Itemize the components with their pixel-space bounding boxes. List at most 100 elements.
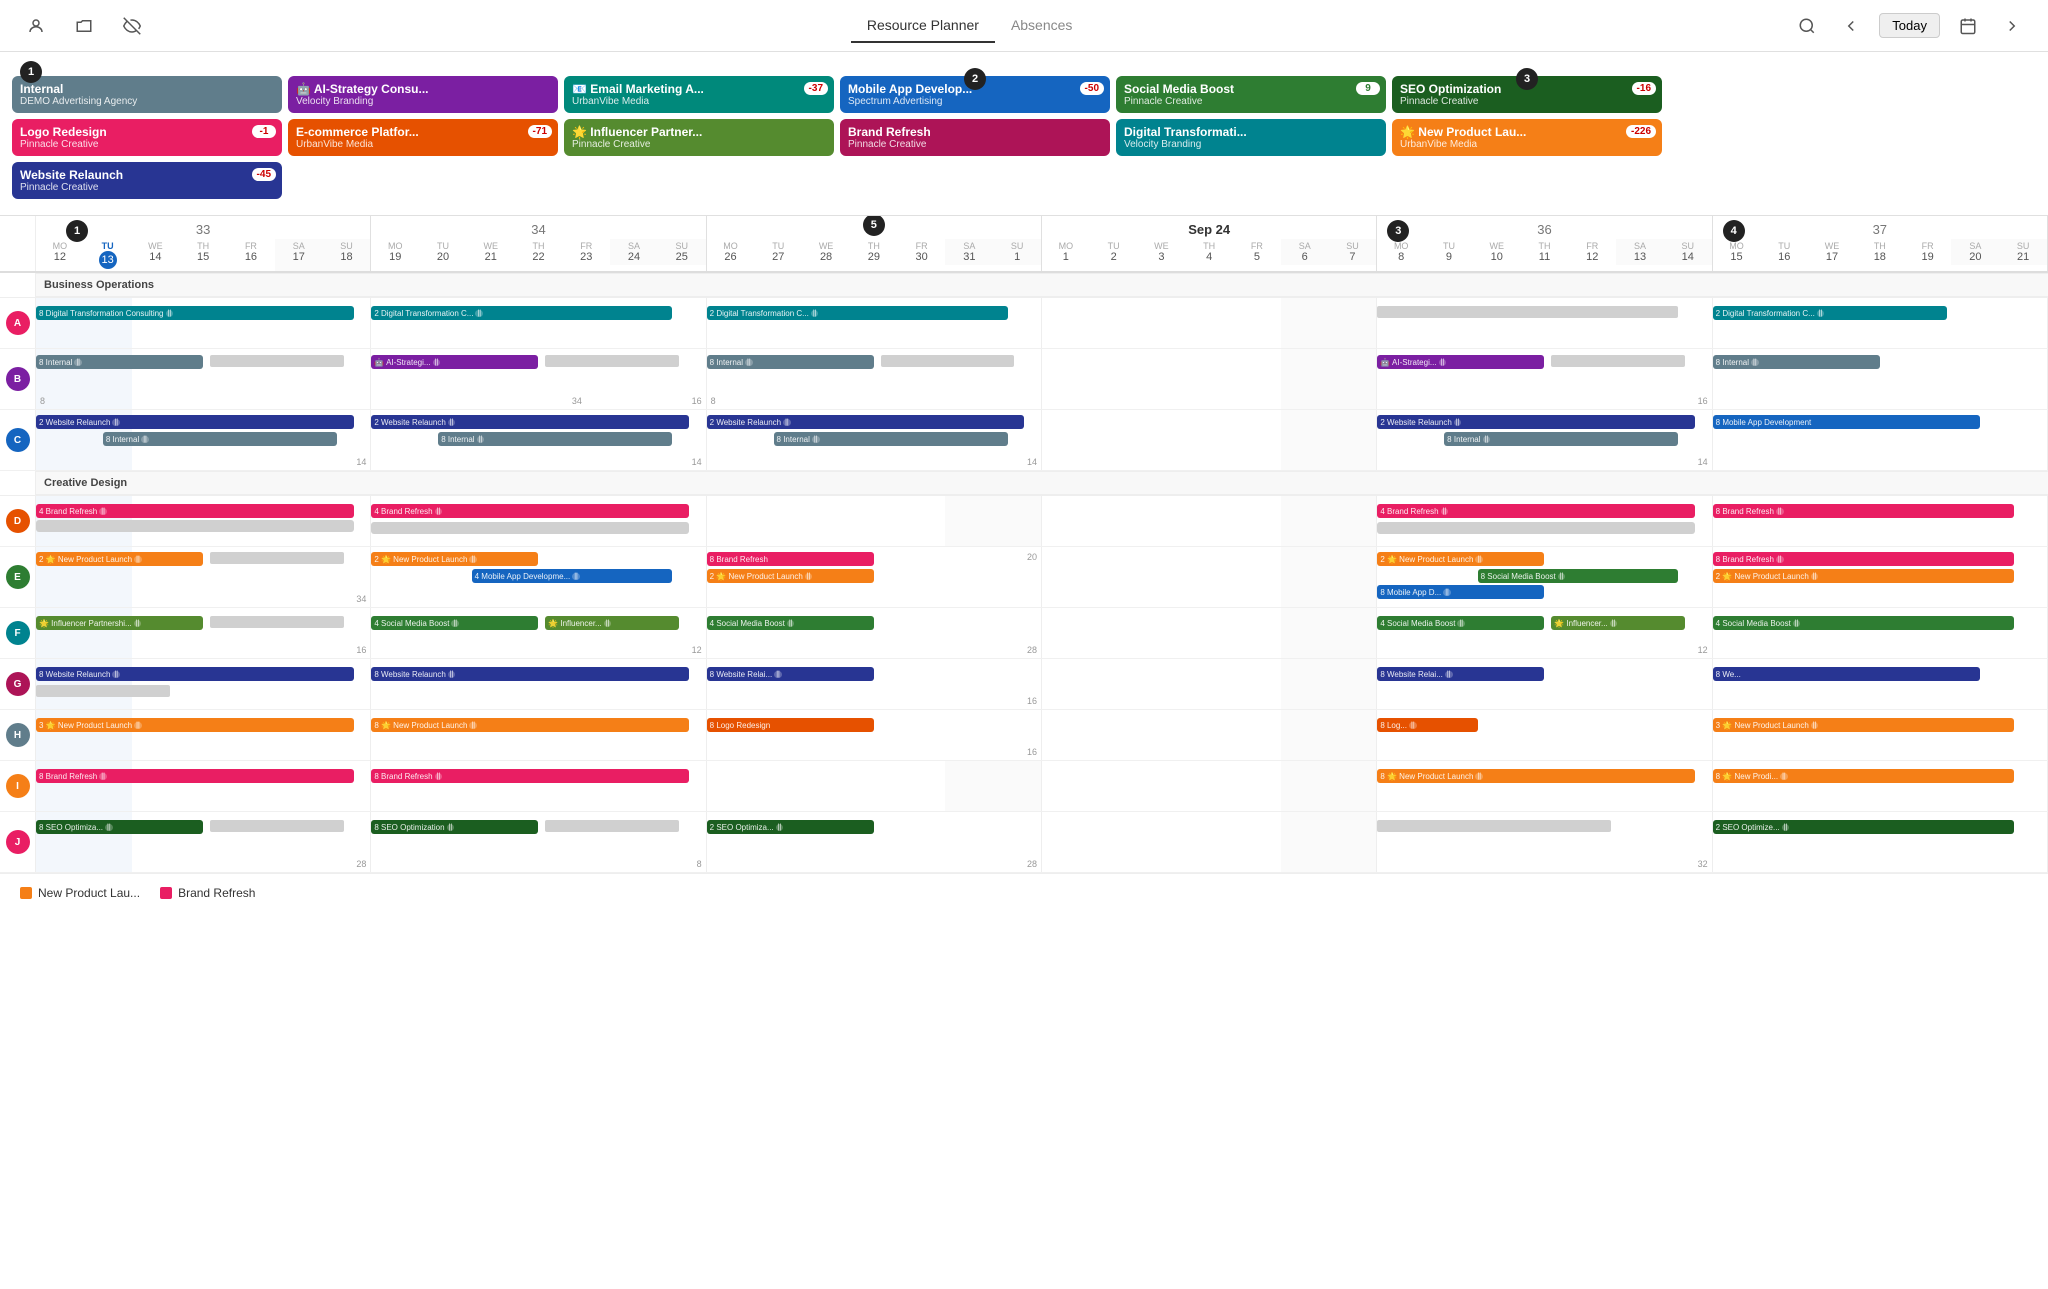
bar-social-media-5[interactable]: 8 Social Media Boost|| [1478, 569, 1679, 583]
bar-social-media-2[interactable]: 4 Social Media Boost|| [371, 616, 538, 630]
person-icon[interactable] [20, 10, 52, 42]
bar-logo-redesign-5[interactable]: 8 Log...|| [1377, 718, 1477, 732]
card-ai-strategy[interactable]: 🤖 AI-Strategy Consu... Velocity Branding [288, 76, 558, 113]
search-icon[interactable] [1791, 10, 1823, 42]
bar-npl-5[interactable]: 2 🌟 New Product Launch|| [1377, 552, 1544, 566]
cards-row-1: Internal DEMO Advertising Agency 🤖 AI-St… [12, 76, 2036, 113]
bar-internal-3[interactable]: 8 Internal|| [707, 355, 874, 369]
avatar-area-cd1: D [0, 496, 36, 546]
folder-icon[interactable] [68, 10, 100, 42]
tab-absences[interactable]: Absences [995, 9, 1088, 43]
bar-brand-refresh-1[interactable]: 4 Brand Refresh|| [36, 504, 354, 518]
bar-npl-37[interactable]: 2 🌟 New Product Launch|| [1713, 569, 2014, 583]
card-website-relaunch[interactable]: Website Relaunch Pinnacle Creative -45 [12, 162, 282, 199]
gray-block-inf1 [210, 616, 344, 628]
calendar-icon[interactable] [1952, 10, 1984, 42]
bar-ai-strategy-2[interactable]: 🤖 AI-Strategi...|| [371, 355, 538, 369]
bar-brand-cd6-1[interactable]: 8 Brand Refresh|| [36, 769, 354, 783]
bar-social-media-6[interactable]: 4 Social Media Boost|| [1713, 616, 2014, 630]
bar-mobile-app-5[interactable]: 8 Mobile App D...|| [1377, 585, 1544, 599]
card-ecommerce[interactable]: E-commerce Platfor... UrbanVibe Media -7… [288, 119, 558, 156]
bar-brand-refresh-35[interactable]: 8 Brand Refresh [707, 552, 874, 566]
bar-website-cd-5[interactable]: 8 Website Relai...|| [1377, 667, 1544, 681]
bar-social-media-5b[interactable]: 4 Social Media Boost|| [1377, 616, 1544, 630]
bar-brand-refresh-5[interactable]: 4 Brand Refresh|| [1377, 504, 1695, 518]
today-button[interactable]: Today [1879, 13, 1940, 38]
bar-internal-3b[interactable]: 8 Internal|| [774, 432, 1008, 446]
bar-npl-2[interactable]: 2 🌟 New Product Launch|| [371, 552, 538, 566]
bar-seo-2[interactable]: 8 SEO Optimization|| [371, 820, 538, 834]
bar-digital-transformation-1[interactable]: 8 Digital Transformation Consulting || [36, 306, 354, 320]
gray-block-npl1 [210, 552, 344, 564]
bar-brand-cd6-2[interactable]: 8 Brand Refresh|| [371, 769, 689, 783]
bar-internal-1[interactable]: 8 Internal|| [36, 355, 203, 369]
card-sub: Velocity Branding [1124, 139, 1378, 150]
bar-internal-1b[interactable]: 8 Internal|| [103, 432, 337, 446]
bar-social-media-3[interactable]: 4 Social Media Boost|| [707, 616, 874, 630]
tab-resource-planner[interactable]: Resource Planner [851, 9, 995, 43]
cd-row-2: E 2 🌟 New Product Launch|| 34 2 🌟 New Pr… [0, 547, 2048, 608]
card-brand-refresh[interactable]: Brand Refresh Pinnacle Creative [840, 119, 1110, 156]
badge-1: 1 [20, 61, 42, 83]
bar-influencer-1[interactable]: 🌟 Influencer Partnershi...|| [36, 616, 203, 630]
bar-logo-redesign-3[interactable]: 8 Logo Redesign [707, 718, 874, 732]
badge-4-cal: 4 [1723, 220, 1745, 242]
bar-website-cd-3[interactable]: 8 Website Relai...|| [707, 667, 874, 681]
card-digital-transformation[interactable]: Digital Transformati... Velocity Brandin… [1116, 119, 1386, 156]
bar-internal-2b[interactable]: 8 Internal|| [438, 432, 672, 446]
cd-row-6: I 8 Brand Refresh|| 8 Brand Refresh|| [0, 761, 2048, 812]
bar-website-relaunch-3[interactable]: 2 Website Relaunch|| [707, 415, 1025, 429]
card-title: Logo Redesign [20, 125, 274, 139]
card-title: Internal [20, 82, 274, 96]
bar-npl-cd5-1[interactable]: 3 🌟 New Product Launch|| [36, 718, 354, 732]
bar-website-relaunch-2[interactable]: 2 Website Relaunch|| [371, 415, 689, 429]
card-email-marketing[interactable]: 📧 Email Marketing A... UrbanVibe Media -… [564, 76, 834, 113]
week-35: 5 35 MO26 TU27 WE28 TH29 FR30 SA31 SU1 [707, 216, 1042, 271]
bar-ai-strategy-5[interactable]: 🤖 AI-Strategi...|| [1377, 355, 1544, 369]
bar-mobile-app-6[interactable]: 8 Mobile App Development [1713, 415, 1980, 429]
bar-internal-6[interactable]: 8 Internal|| [1713, 355, 1880, 369]
card-sub: Pinnacle Creative [20, 139, 274, 150]
eye-off-icon[interactable] [116, 10, 148, 42]
bar-website-cd-6[interactable]: 8 We... [1713, 667, 1980, 681]
bar-npl-cd6-5[interactable]: 8 🌟 New Product Launch|| [1377, 769, 1695, 783]
bar-internal-5b[interactable]: 8 Internal|| [1444, 432, 1678, 446]
bar-npl-1[interactable]: 2 🌟 New Product Launch|| [36, 552, 203, 566]
bar-brand-refresh-37[interactable]: 8 Brand Refresh|| [1713, 552, 2014, 566]
bar-seo-6[interactable]: 2 SEO Optimize...|| [1713, 820, 2014, 834]
bar-website-cd-1[interactable]: 8 Website Relaunch|| [36, 667, 354, 681]
avatar-area-2: B [0, 349, 36, 409]
bar-influencer-2[interactable]: 🌟 Influencer...|| [545, 616, 679, 630]
bar-digital-transformation-6[interactable]: 2 Digital Transformation C... || [1713, 306, 1947, 320]
gray-block-cd5 [1377, 522, 1695, 534]
bar-npl-cd6-6[interactable]: 8 🌟 New Prodi...|| [1713, 769, 2014, 783]
cd7-sep24 [1042, 812, 1377, 872]
bar-npl-cd5-6[interactable]: 3 🌟 New Product Launch|| [1713, 718, 2014, 732]
day-th-11: TH11 [1521, 239, 1569, 265]
bar-website-relaunch-1[interactable]: 2 Website Relaunch|| [36, 415, 354, 429]
bar-npl-cd5-2[interactable]: 8 🌟 New Product Launch|| [371, 718, 689, 732]
card-influencer[interactable]: 🌟 Influencer Partner... Pinnacle Creativ… [564, 119, 834, 156]
back-icon[interactable] [1835, 10, 1867, 42]
bar-mobile-app-2[interactable]: 4 Mobile App Developme...|| [472, 569, 673, 583]
gantt-row-2: 8 Internal|| 8 🤖 AI-Strategi...|| 34 16 … [36, 349, 2048, 409]
bar-seo-3[interactable]: 2 SEO Optimiza...|| [707, 820, 874, 834]
bar-influencer-5[interactable]: 🌟 Influencer...|| [1551, 616, 1685, 630]
bar-website-relaunch-5[interactable]: 2 Website Relaunch|| [1377, 415, 1695, 429]
bar-brand-refresh-6[interactable]: 8 Brand Refresh|| [1713, 504, 2014, 518]
day-th-29: TH29 [850, 239, 898, 265]
card-social-media-boost[interactable]: Social Media Boost Pinnacle Creative 9 [1116, 76, 1386, 113]
forward-icon[interactable] [1996, 10, 2028, 42]
day-th-18: TH18 [1856, 239, 1904, 265]
bar-digital-transformation-3[interactable]: 2 Digital Transformation C... || [707, 306, 1008, 320]
card-internal[interactable]: Internal DEMO Advertising Agency [12, 76, 282, 113]
bar-digital-transformation-2[interactable]: 2 Digital Transformation C... || [371, 306, 672, 320]
bar-seo-1[interactable]: 8 SEO Optimiza...|| [36, 820, 203, 834]
bar-brand-refresh-2[interactable]: 4 Brand Refresh|| [371, 504, 689, 518]
bar-website-cd-2[interactable]: 8 Website Relaunch|| [371, 667, 689, 681]
card-title: E-commerce Platfor... [296, 125, 550, 139]
gantt-cd-row-6: 8 Brand Refresh|| 8 Brand Refresh|| 8 [36, 761, 2048, 811]
bar-npl-35[interactable]: 2 🌟 New Product Launch|| [707, 569, 874, 583]
card-new-product-launch[interactable]: 🌟 New Product Lau... UrbanVibe Media -22… [1392, 119, 1662, 156]
card-logo-redesign[interactable]: Logo Redesign Pinnacle Creative -1 [12, 119, 282, 156]
